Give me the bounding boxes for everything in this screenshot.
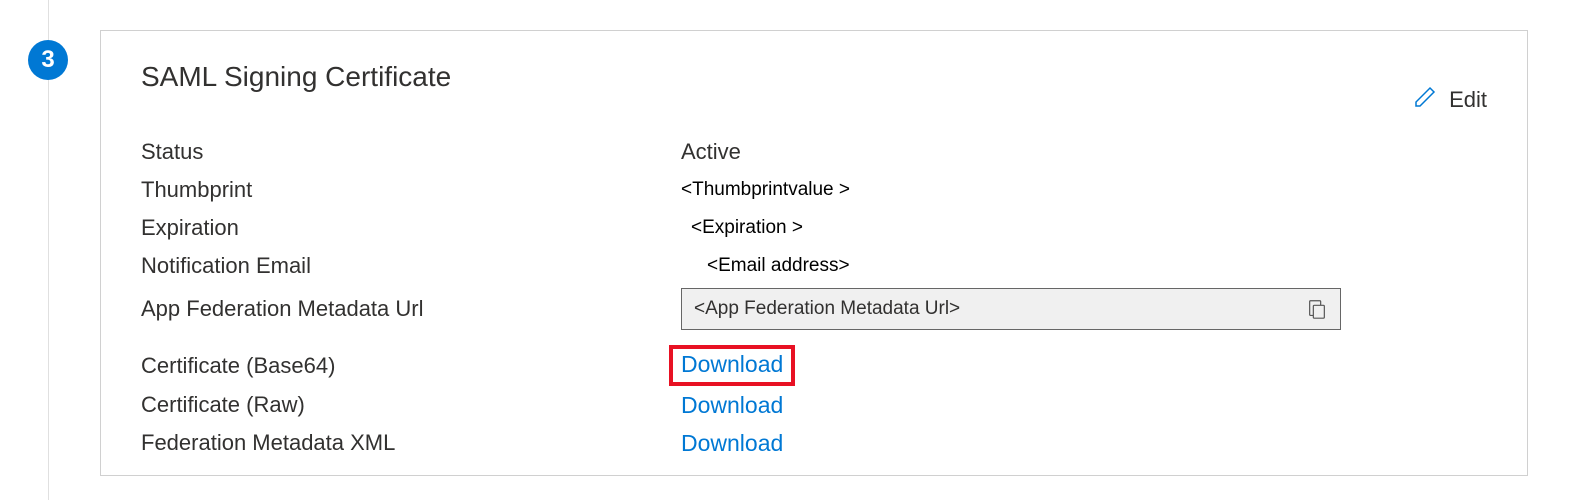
status-row: Status Active (141, 133, 1487, 171)
metadata-url-row: App Federation Metadata Url <App Federat… (141, 285, 1487, 333)
cert-base64-label: Certificate (Base64) (141, 353, 681, 379)
cert-raw-row: Certificate (Raw) Download (141, 386, 1487, 424)
thumbprint-value: <Thumbprintvalue > (681, 179, 850, 201)
saml-certificate-card: SAML Signing Certificate Edit Status Act… (100, 30, 1528, 476)
pencil-icon (1413, 85, 1437, 115)
edit-button[interactable]: Edit (1413, 85, 1487, 115)
metadata-url-value: <App Federation Metadata Url> (694, 298, 1298, 320)
step-number: 3 (41, 46, 54, 74)
status-value: Active (681, 139, 1487, 165)
card-title: SAML Signing Certificate (141, 61, 451, 93)
fed-metadata-xml-label: Federation Metadata XML (141, 430, 681, 456)
download-cert-base64-link[interactable]: Download (681, 351, 783, 377)
copy-icon[interactable] (1306, 298, 1328, 320)
expiration-row: Expiration <Expiration > (141, 209, 1487, 247)
card-header: SAML Signing Certificate Edit (141, 61, 1487, 133)
step-badge: 3 (28, 40, 68, 80)
thumbprint-row: Thumbprint <Thumbprintvalue > (141, 171, 1487, 209)
expiration-value: <Expiration > (681, 217, 803, 239)
expiration-label: Expiration (141, 215, 681, 241)
thumbprint-label: Thumbprint (141, 177, 681, 203)
download-highlight-box: Download (669, 345, 795, 386)
notification-email-row: Notification Email <Email address> (141, 247, 1487, 285)
notification-email-label: Notification Email (141, 253, 681, 279)
cert-raw-label: Certificate (Raw) (141, 392, 681, 418)
cert-base64-row: Certificate (Base64) Download (141, 345, 1487, 386)
fed-metadata-xml-row: Federation Metadata XML Download (141, 424, 1487, 462)
notification-email-value: <Email address> (681, 255, 850, 277)
download-cert-raw-link[interactable]: Download (681, 392, 783, 419)
field-rows: Status Active Thumbprint <Thumbprintvalu… (141, 133, 1487, 462)
metadata-url-label: App Federation Metadata Url (141, 296, 681, 322)
status-label: Status (141, 139, 681, 165)
download-fed-metadata-link[interactable]: Download (681, 430, 783, 457)
edit-label: Edit (1449, 87, 1487, 113)
metadata-url-input[interactable]: <App Federation Metadata Url> (681, 288, 1341, 330)
